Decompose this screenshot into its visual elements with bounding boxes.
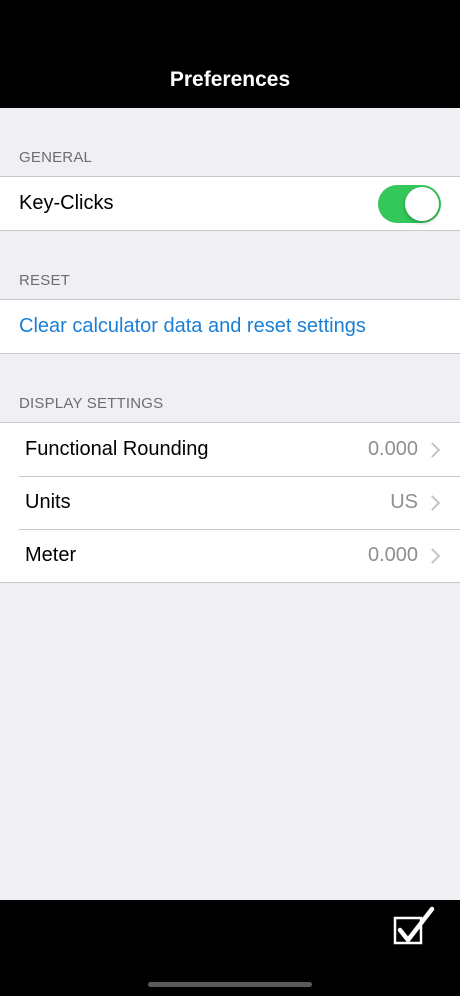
- section-header-reset: RESET: [0, 231, 460, 299]
- meter-label: Meter: [25, 544, 77, 566]
- general-group: Key-Clicks: [0, 176, 460, 231]
- toggle-knob: [405, 186, 439, 221]
- chevron-right-icon: [424, 494, 441, 511]
- section-header-general: GENERAL: [0, 108, 460, 176]
- units-label: Units: [25, 491, 71, 513]
- functional-rounding-row[interactable]: Functional Rounding 0.000: [0, 423, 460, 476]
- chevron-right-icon: [424, 441, 441, 458]
- checkbox-checked-icon: [393, 906, 435, 945]
- section-header-display: DISPLAY SETTINGS: [0, 354, 460, 422]
- reset-group: Clear calculator data and reset settings: [0, 299, 460, 354]
- bottom-toolbar: [0, 900, 460, 996]
- section-header-label: GENERAL: [19, 149, 93, 166]
- chevron-right-icon: [424, 547, 441, 564]
- section-header-label: RESET: [19, 272, 71, 289]
- units-value: US: [390, 491, 418, 513]
- navigation-bar: Preferences: [0, 0, 460, 108]
- meter-row[interactable]: Meter 0.000: [0, 529, 460, 582]
- home-indicator: [148, 982, 312, 987]
- key-clicks-toggle[interactable]: [378, 184, 441, 223]
- key-clicks-row: Key-Clicks: [0, 177, 460, 230]
- meter-value: 0.000: [367, 544, 418, 566]
- key-clicks-label: Key-Clicks: [19, 192, 114, 214]
- functional-rounding-label: Functional Rounding: [25, 438, 209, 460]
- clear-data-button[interactable]: Clear calculator data and reset settings: [19, 315, 366, 338]
- section-header-label: DISPLAY SETTINGS: [19, 395, 164, 412]
- page-title: Preferences: [169, 68, 291, 91]
- units-row[interactable]: Units US: [0, 476, 460, 529]
- settings-list: GENERAL Key-Clicks RESET Clear calculato…: [0, 108, 460, 583]
- functional-rounding-value: 0.000: [367, 438, 418, 460]
- display-settings-group: Functional Rounding 0.000 Units US Meter…: [0, 422, 460, 583]
- clear-data-row[interactable]: Clear calculator data and reset settings: [0, 300, 460, 353]
- done-button[interactable]: [392, 906, 436, 946]
